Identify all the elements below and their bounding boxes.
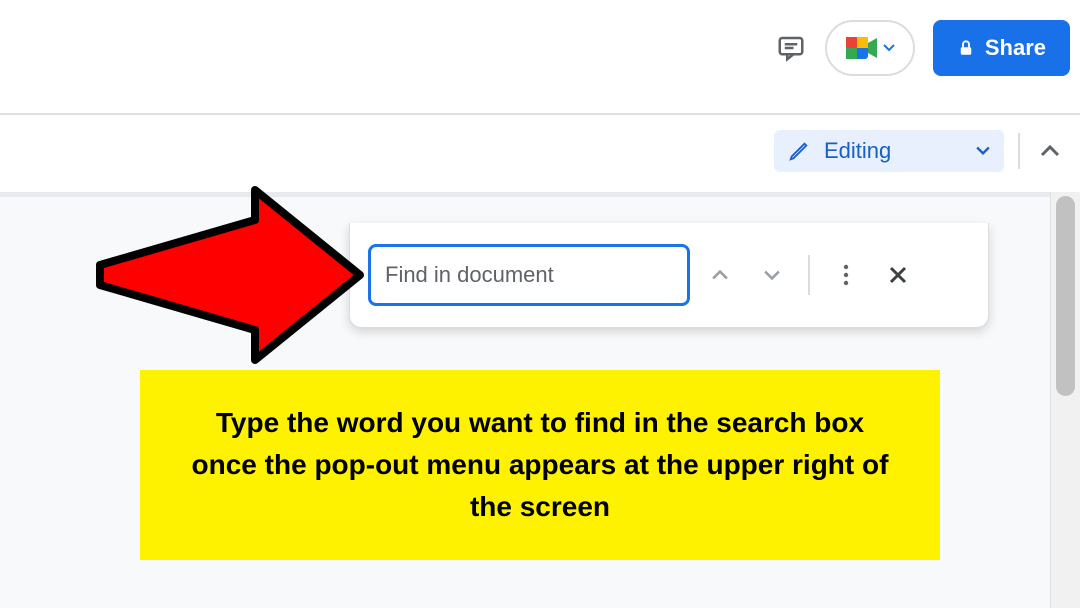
more-vertical-icon xyxy=(842,263,850,287)
editing-mode-label: Editing xyxy=(824,138,962,164)
instruction-caption-text: Type the word you want to find in the se… xyxy=(180,402,900,528)
find-next-button[interactable] xyxy=(750,253,794,297)
meet-icon xyxy=(845,36,879,60)
topbar-right-cluster: Share xyxy=(775,20,1070,76)
vertical-scrollbar[interactable] xyxy=(1050,192,1080,608)
comment-history-button[interactable] xyxy=(775,32,807,64)
chevron-up-icon xyxy=(711,269,729,281)
find-close-button[interactable] xyxy=(876,253,920,297)
find-input[interactable] xyxy=(368,244,690,306)
editing-mode-dropdown[interactable]: Editing xyxy=(774,130,1004,172)
meet-present-button[interactable] xyxy=(825,20,915,76)
share-button-label: Share xyxy=(985,35,1046,61)
chevron-down-icon xyxy=(763,269,781,281)
app-topbar: Share xyxy=(0,0,1080,115)
scrollbar-thumb[interactable] xyxy=(1056,196,1075,396)
close-icon xyxy=(888,265,908,285)
find-prev-button[interactable] xyxy=(698,253,742,297)
lock-icon xyxy=(957,39,975,57)
chevron-up-icon xyxy=(1040,144,1060,158)
caret-down-icon xyxy=(883,44,895,52)
comment-icon xyxy=(776,33,806,63)
collapse-toolbar-button[interactable] xyxy=(1020,131,1080,171)
mode-toolbar: Editing xyxy=(774,130,1080,172)
share-button[interactable]: Share xyxy=(933,20,1070,76)
find-divider xyxy=(808,255,810,295)
find-in-document-popup xyxy=(349,223,989,328)
caret-down-icon xyxy=(976,146,990,156)
pencil-icon xyxy=(788,140,810,162)
instruction-caption: Type the word you want to find in the se… xyxy=(140,370,940,560)
find-more-options-button[interactable] xyxy=(824,253,868,297)
